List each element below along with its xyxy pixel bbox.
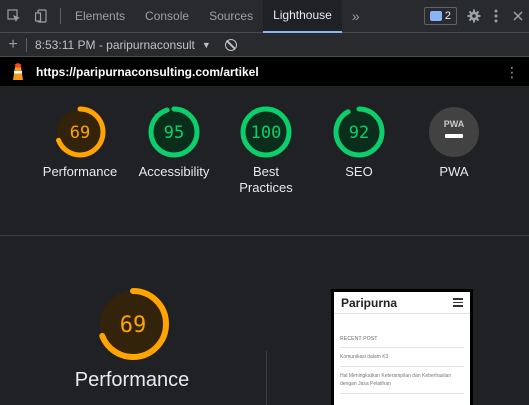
score-value: 95 — [164, 123, 184, 143]
tab-label: Elements — [75, 9, 126, 23]
thumbnail-site-title: Paripurna — [341, 295, 398, 310]
toolbar-separator — [26, 37, 27, 52]
gauge-pwa[interactable]: PWA PWA — [399, 106, 509, 180]
thumbnail-list-item: Hal Meningkatkan Keterampilan dan Keberh… — [340, 367, 464, 394]
final-screenshot-thumbnail[interactable]: Paripurna RECENT POST Komunikasi dalam K… — [331, 289, 473, 405]
device-toolbar-icon[interactable] — [28, 0, 56, 33]
thumbnail-list-item: Komunikasi dalam K3 — [340, 348, 464, 367]
gauge-label: Accessibility — [138, 164, 210, 179]
gauge-seo-ring: 92 — [333, 106, 385, 158]
gauge-label: PWA — [439, 164, 469, 179]
gauge-performance-ring: 69 — [54, 106, 106, 158]
performance-score-value: 69 — [120, 313, 147, 338]
pwa-badge-text: PWA — [444, 119, 465, 129]
hamburger-menu-icon — [453, 298, 463, 307]
report-selector[interactable]: 8:53:11 PM - paripurnaconsult ▼ — [35, 38, 211, 52]
tab-console[interactable]: Console — [135, 0, 199, 33]
inspect-element-icon[interactable] — [0, 0, 28, 33]
caret-down-icon: ▼ — [201, 39, 211, 50]
gauge-seo[interactable]: 92 SEO — [304, 106, 414, 180]
thumbnail-site-header: Paripurna — [334, 292, 470, 314]
new-report-button[interactable]: + — [0, 36, 26, 54]
category-scores: 69 Performance 95 Accessibility 100 Best… — [0, 86, 529, 236]
gauge-accessibility-ring: 95 — [148, 106, 200, 158]
lighthouse-logo-icon — [0, 62, 36, 81]
score-value: 100 — [251, 123, 282, 143]
tab-elements[interactable]: Elements — [65, 0, 135, 33]
tab-label: Console — [145, 9, 190, 23]
gauge-label: SEO — [345, 164, 373, 179]
report-url[interactable]: https://paripurnaconsulting.com/artikel — [36, 65, 259, 79]
issues-count: 2 — [444, 10, 451, 22]
performance-section: 69 Performance Paripurna RECENT POST Kom… — [0, 237, 529, 405]
message-icon — [429, 11, 442, 21]
gauge-best-practices-ring: 100 — [240, 106, 292, 158]
toolbar-separator — [60, 8, 61, 24]
issues-counter-button[interactable]: 2 — [423, 7, 457, 25]
report-url-bar: https://paripurnaconsulting.com/artikel … — [0, 57, 529, 86]
gauge-label: Best Practices — [239, 164, 293, 195]
thumbnail-recent-post-heading: RECENT POST — [340, 336, 464, 348]
close-devtools-icon[interactable] — [507, 0, 529, 33]
section-divider — [266, 351, 267, 405]
lighthouse-toolbar: + 8:53:11 PM - paripurnaconsult ▼ — [0, 33, 529, 57]
pwa-badge-icon: PWA — [429, 107, 479, 157]
settings-gear-icon[interactable] — [463, 0, 485, 33]
more-tabs-button[interactable]: » — [342, 8, 370, 24]
clear-reports-icon[interactable] — [224, 38, 237, 51]
tab-label: Lighthouse — [273, 8, 332, 22]
performance-big-gauge-ring: 69 — [97, 288, 169, 360]
thumbnail-body: RECENT POST Komunikasi dalam K3 Hal Meni… — [334, 314, 470, 394]
report-selector-label: 8:53:11 PM - paripurnaconsult — [35, 37, 195, 52]
gauge-label: Performance — [42, 164, 118, 179]
score-value: 69 — [70, 123, 90, 143]
customize-menu-icon[interactable] — [485, 0, 507, 33]
performance-big-gauge: 69 — [96, 287, 170, 366]
tab-lighthouse[interactable]: Lighthouse — [263, 0, 342, 33]
devtools-tab-bar: Elements Console Sources Lighthouse » 2 — [0, 0, 529, 33]
report-menu-icon[interactable]: ⋮ — [505, 65, 519, 79]
tab-label: Sources — [209, 9, 254, 23]
score-value: 92 — [349, 123, 369, 143]
tab-sources[interactable]: Sources — [199, 0, 263, 33]
performance-title: Performance — [74, 369, 190, 391]
